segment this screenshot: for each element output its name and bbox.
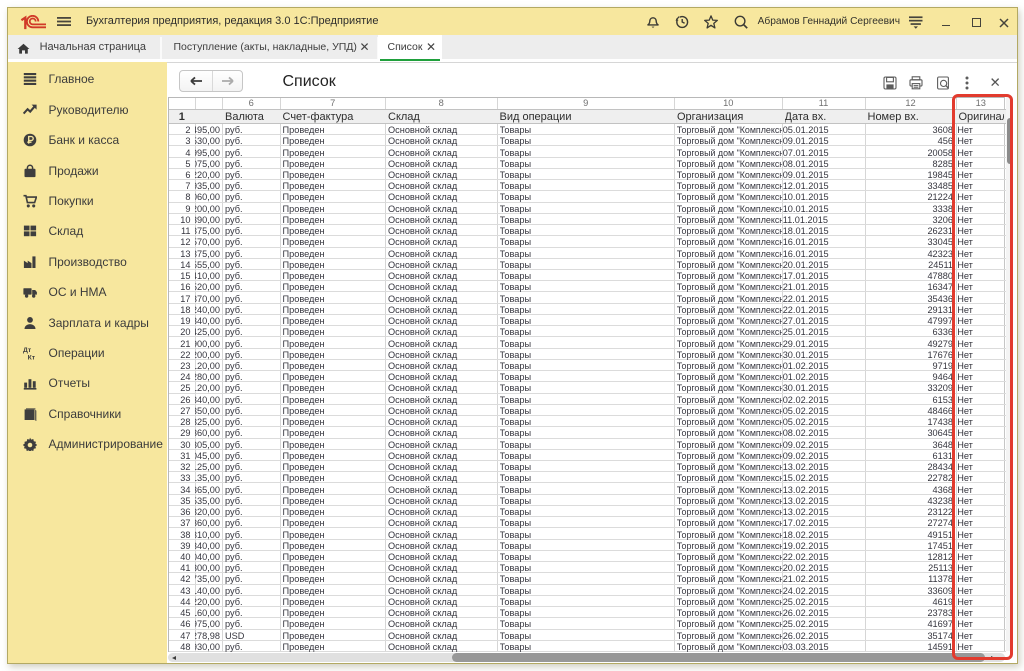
svg-text:Кт: Кт bbox=[28, 354, 36, 360]
svg-text:Дт: Дт bbox=[23, 347, 32, 354]
